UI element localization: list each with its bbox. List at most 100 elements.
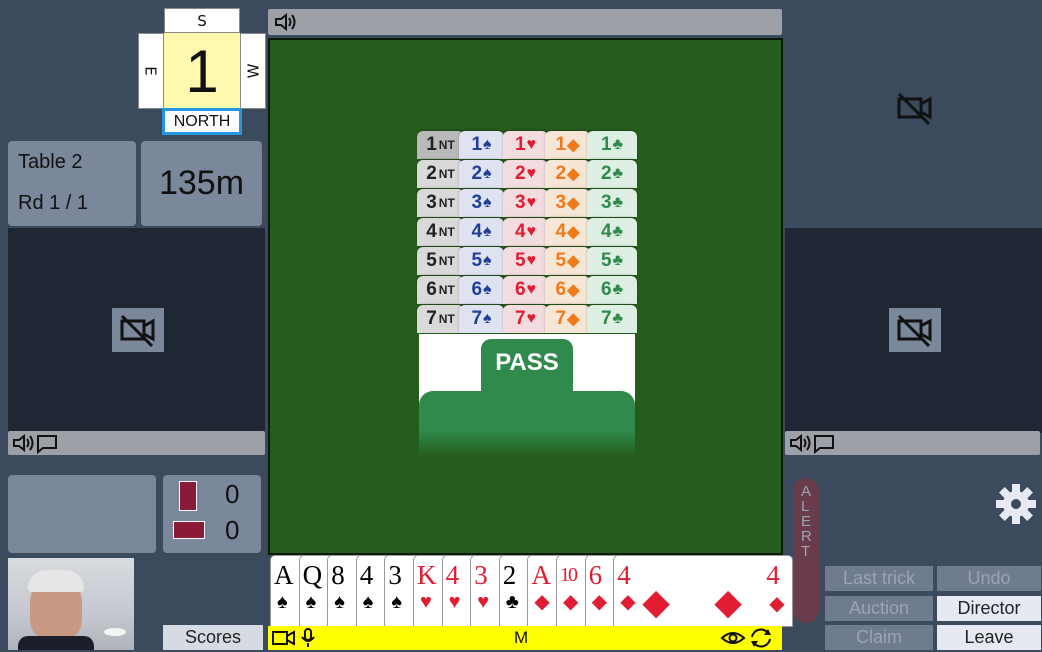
bid-1-suit-1[interactable]: 1 ♥ xyxy=(503,131,548,159)
card-suit-pip: ◆ xyxy=(642,582,670,622)
bid-level: 7 xyxy=(514,308,526,329)
bid-suit-symbol: ♣ xyxy=(612,310,624,327)
card-corner-suit: ◆ xyxy=(769,593,785,615)
bid-suit-symbol: ◆ xyxy=(567,253,580,270)
bid-7-suit-0[interactable]: 7 ♠ xyxy=(459,305,504,333)
bid-1nt[interactable]: 1 NT xyxy=(417,131,464,159)
undo-button[interactable]: Undo xyxy=(937,566,1041,591)
bid-2-suit-2[interactable]: 2 ◆ xyxy=(545,160,590,188)
bid-2nt[interactable]: 2 NT xyxy=(417,160,464,188)
bid-4nt[interactable]: 4 NT xyxy=(417,218,464,246)
bid-7nt[interactable]: 7 NT xyxy=(417,305,464,333)
bid-5-suit-2[interactable]: 5 ◆ xyxy=(545,247,590,275)
card-rank: 4 xyxy=(359,560,374,590)
leave-button[interactable]: Leave xyxy=(937,625,1041,650)
top-audio-bar xyxy=(268,9,782,35)
claim-button[interactable]: Claim xyxy=(825,625,933,650)
bid-6-suit-0[interactable]: 6 ♠ xyxy=(459,276,504,304)
compass-south: S xyxy=(164,8,240,33)
mic-icon[interactable] xyxy=(300,628,316,652)
card-suit: ◆ xyxy=(563,591,579,613)
bid-level: 4 xyxy=(426,221,437,242)
bid-5-suit-1[interactable]: 5 ♥ xyxy=(503,247,548,275)
card-suit: ♣ xyxy=(505,591,519,613)
bid-level: 2 xyxy=(471,163,483,184)
score-top: 0 xyxy=(225,479,240,509)
compass-west: W xyxy=(240,33,266,109)
bid-3-suit-1[interactable]: 3 ♥ xyxy=(503,189,548,217)
bid-5-suit-3[interactable]: 5 ♣ xyxy=(587,247,637,275)
bid-1-suit-3[interactable]: 1 ♣ xyxy=(587,131,637,159)
bid-2-suit-1[interactable]: 2 ♥ xyxy=(503,160,548,188)
bid-4-suit-3[interactable]: 4 ♣ xyxy=(587,218,637,246)
bid-7-suit-3[interactable]: 7 ♣ xyxy=(587,305,637,333)
bid-level: 1 xyxy=(426,134,437,155)
bid-4-suit-2[interactable]: 4 ◆ xyxy=(545,218,590,246)
director-button[interactable]: Director xyxy=(937,596,1041,621)
bid-row-2: 2 NT 2 ♠ 2 ♥ 2 ◆ 2 ♣ xyxy=(417,160,637,188)
bid-3-suit-2[interactable]: 3 ◆ xyxy=(545,189,590,217)
bid-7-suit-2[interactable]: 7 ◆ xyxy=(545,305,590,333)
bid-5-suit-0[interactable]: 5 ♠ xyxy=(459,247,504,275)
card-suit: ♠ xyxy=(362,591,374,613)
camera-off-icon xyxy=(889,86,941,130)
bid-strain-nt: NT xyxy=(438,254,455,268)
score-bottom: 0 xyxy=(225,515,240,545)
bid-suit-symbol: ♣ xyxy=(612,136,624,153)
auction-button[interactable]: Auction xyxy=(825,596,933,621)
bid-2-suit-0[interactable]: 2 ♠ xyxy=(459,160,504,188)
bid-3-suit-0[interactable]: 3 ♠ xyxy=(459,189,504,217)
compass: S E 1 W NORTH xyxy=(138,8,266,136)
bid-2-suit-3[interactable]: 2 ♣ xyxy=(587,160,637,188)
bid-suit-symbol: ◆ xyxy=(567,137,580,154)
chat-icon[interactable] xyxy=(813,434,835,458)
bid-level: 2 xyxy=(514,163,526,184)
speaker-icon[interactable] xyxy=(12,433,34,456)
bid-5nt[interactable]: 5 NT xyxy=(417,247,464,275)
bid-level: 5 xyxy=(426,250,437,271)
bid-6-suit-3[interactable]: 6 ♣ xyxy=(587,276,637,304)
card-suit: ◆ xyxy=(620,591,636,613)
speaker-icon[interactable] xyxy=(789,433,811,456)
alert-button[interactable]: ALERT xyxy=(793,478,819,623)
bid-7-suit-1[interactable]: 7 ♥ xyxy=(503,305,548,333)
card-suit: ♥ xyxy=(448,591,461,613)
bid-1-suit-0[interactable]: 1 ♠ xyxy=(459,131,504,159)
bid-suit-symbol: ♣ xyxy=(612,281,624,298)
eye-icon[interactable] xyxy=(720,628,746,652)
player-bar: M xyxy=(268,626,782,650)
gear-icon[interactable] xyxy=(994,482,1038,526)
bid-level: 5 xyxy=(555,250,567,271)
scores-button[interactable]: Scores xyxy=(163,625,263,650)
bid-suit-symbol: ♠ xyxy=(483,310,492,327)
bid-level: 1 xyxy=(514,134,526,155)
bid-level: 6 xyxy=(514,279,526,300)
hand-card[interactable]: 4 ◆ ◆ ◆ 4 ◆ xyxy=(613,555,794,627)
last-trick-button[interactable]: Last trick xyxy=(825,566,933,591)
bid-suit-symbol: ♥ xyxy=(526,194,537,211)
speaker-icon[interactable] xyxy=(274,12,296,35)
bid-1-suit-2[interactable]: 1 ◆ xyxy=(545,131,590,159)
bid-suit-symbol: ♠ xyxy=(483,165,492,182)
card-suit: ♥ xyxy=(477,591,490,613)
bid-level: 5 xyxy=(600,250,612,271)
bid-6nt[interactable]: 6 NT xyxy=(417,276,464,304)
bid-suit-symbol: ♥ xyxy=(526,165,537,182)
pass-button[interactable]: PASS xyxy=(419,339,635,457)
bid-strain-nt: NT xyxy=(438,283,455,297)
card-rank: 6 xyxy=(588,560,603,590)
compass-east-label: E xyxy=(141,66,160,76)
video-icon[interactable] xyxy=(272,629,296,651)
refresh-icon[interactable] xyxy=(748,627,774,652)
bid-6-suit-2[interactable]: 6 ◆ xyxy=(545,276,590,304)
bid-level: 4 xyxy=(600,221,612,242)
bid-3-suit-3[interactable]: 3 ♣ xyxy=(587,189,637,217)
card-suit: ♥ xyxy=(420,591,432,613)
bid-4-suit-0[interactable]: 4 ♠ xyxy=(459,218,504,246)
chat-icon[interactable] xyxy=(36,434,58,458)
bid-3nt[interactable]: 3 NT xyxy=(417,189,464,217)
bid-6-suit-1[interactable]: 6 ♥ xyxy=(503,276,548,304)
bid-level: 7 xyxy=(471,308,483,329)
bid-4-suit-1[interactable]: 4 ♥ xyxy=(503,218,548,246)
bid-suit-symbol: ◆ xyxy=(567,282,580,299)
